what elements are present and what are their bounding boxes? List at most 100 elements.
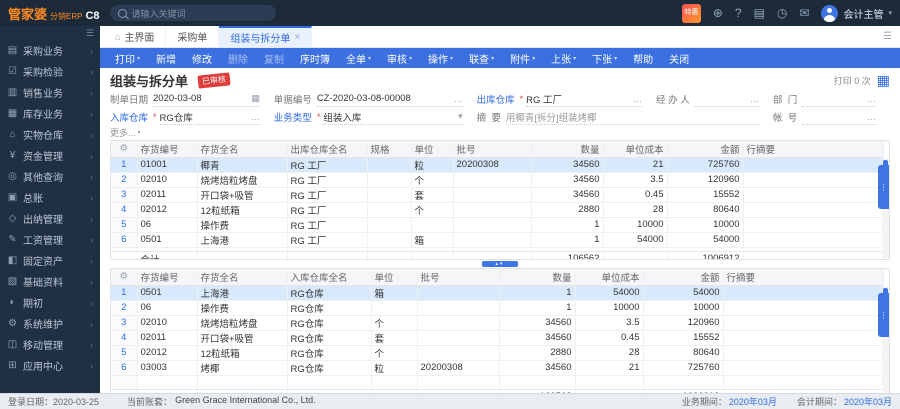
grid-side-panel-toggle[interactable]: ⋮: [878, 165, 889, 209]
audit-button[interactable]: 审核 ▾: [380, 48, 419, 68]
prev-doc-button[interactable]: 上张 ▾: [544, 48, 583, 68]
column-settings-gear-icon[interactable]: ⚙: [111, 141, 138, 158]
make-date-input[interactable]: 2020-03-08 ▦: [153, 92, 260, 107]
add-user-icon[interactable]: ⊕: [713, 7, 723, 19]
bill-no-input[interactable]: CZ-2020-03-08-00008…: [316, 92, 463, 107]
edit-button[interactable]: 修改: [185, 48, 219, 68]
close-button[interactable]: 关闭: [662, 48, 696, 68]
splitter-handle[interactable]: ▴▾: [482, 261, 518, 267]
add-button[interactable]: 新增: [149, 48, 183, 68]
qr-code-icon[interactable]: ▦: [877, 73, 890, 87]
operation-button[interactable]: 操作 ▾: [421, 48, 460, 68]
sidebar-collapse-icon[interactable]: ☰: [86, 28, 94, 39]
chevron-down-icon[interactable]: ▾: [458, 111, 463, 122]
help-button[interactable]: 帮助: [626, 48, 660, 68]
sidebar-item-fixed-assets[interactable]: ◧ 固定资产 ›: [0, 250, 100, 271]
sidebar-item-base-data[interactable]: ▨ 基础资料 ›: [0, 271, 100, 292]
journal-button[interactable]: 序时簿: [293, 48, 337, 68]
table-row[interactable]: 3 02011 开口袋+吸管 RG 工厂套 34560 0.45 15552: [111, 187, 884, 203]
global-search-input[interactable]: 请输入关键词: [109, 5, 276, 21]
sidebar-item-payroll[interactable]: ✎ 工资管理 ›: [0, 229, 100, 250]
picker-ellipsis-icon[interactable]: …: [867, 94, 876, 104]
copy-button[interactable]: 复制: [257, 48, 291, 68]
table-row[interactable]: 2 06 操作费 RG仓库 1 10000 10000: [111, 300, 884, 316]
whole-doc-button[interactable]: 全单 ▾: [339, 48, 378, 68]
tab-home[interactable]: ⌂ 主界面: [104, 26, 167, 47]
out-warehouse-field: 出库仓库 * RG 工厂…: [476, 92, 642, 107]
inventory-icon: ▦: [7, 108, 18, 119]
chevron-right-icon: ›: [90, 150, 93, 161]
sidebar-item-physical-warehouse[interactable]: ⌂ 实物仓库 ›: [0, 124, 100, 145]
delete-button[interactable]: 删除: [221, 48, 255, 68]
tab-assembly-split[interactable]: 组装与拆分单 ×: [219, 26, 313, 47]
chevron-right-icon: ›: [90, 339, 93, 350]
account-no-input[interactable]: …: [802, 110, 876, 125]
chevron-right-icon: ›: [90, 129, 93, 140]
more-fields-toggle[interactable]: 更多... ▾: [110, 126, 141, 139]
history-icon[interactable]: ◷: [777, 7, 787, 19]
table-row[interactable]: 4 02011 开口袋+吸管 RG仓库套 34560 0.45 15552: [111, 330, 884, 346]
close-icon[interactable]: ×: [294, 32, 300, 43]
sidebar-item-general-ledger[interactable]: ▣ 总账 ›: [0, 187, 100, 208]
table-row[interactable]: 4 02012 12粒纸箱 RG 工厂个 2880 28 80640: [111, 202, 884, 218]
grid-side-panel-toggle[interactable]: ⋮: [878, 293, 889, 337]
help-icon[interactable]: ?: [735, 7, 742, 19]
base-data-icon: ▨: [7, 276, 18, 287]
picker-ellipsis-icon[interactable]: …: [867, 112, 876, 122]
sidebar-item-system-maintenance[interactable]: ⚙ 系统维护 ›: [0, 313, 100, 334]
next-doc-button[interactable]: 下张 ▾: [585, 48, 624, 68]
agent-input[interactable]: …: [694, 92, 759, 107]
table-row[interactable]: 1 0501 上海港 RG仓库箱 1 54000 54000: [111, 285, 884, 301]
mail-icon[interactable]: ✉: [799, 7, 809, 19]
department-input[interactable]: …: [802, 92, 876, 107]
sidebar-item-other-query[interactable]: ◎ 其他查询 ›: [0, 166, 100, 187]
picker-ellipsis-icon[interactable]: …: [750, 94, 759, 104]
table-row[interactable]: 5 06 操作费 RG 工厂 1 10000 10000: [111, 217, 884, 233]
opening-icon: ◐: [9, 297, 16, 308]
sidebar-item-funds[interactable]: ¥ 资金管理 ›: [0, 145, 100, 166]
login-date: 登录日期：2020-03-25: [8, 397, 100, 407]
picker-ellipsis-icon[interactable]: …: [251, 112, 260, 122]
sidebar-item-mobile[interactable]: ◫ 移动管理 ›: [0, 334, 100, 355]
total-label: 合计: [137, 250, 198, 259]
query-icon: ◎: [8, 171, 17, 182]
summary-input[interactable]: 用椰青[拆分]组装烤椰: [505, 110, 759, 125]
total-qty: 106562: [531, 250, 604, 259]
mobile-icon: ◫: [7, 339, 18, 350]
chevron-right-icon: ›: [90, 318, 93, 329]
sidebar-item-cashier[interactable]: ◇ 出纳管理 ›: [0, 208, 100, 229]
accounting-period: 会计期间： 2020年03月: [796, 397, 892, 407]
sidebar-item-opening-balance[interactable]: ◐ 期初 ›: [0, 292, 100, 313]
tab-purchase-order[interactable]: 采购单: [166, 26, 220, 47]
calendar-icon[interactable]: ▦: [251, 93, 260, 104]
sidebar-item-sales[interactable]: ▥ 销售业务 ›: [0, 82, 100, 103]
promo-badge[interactable]: 特惠: [681, 3, 701, 23]
report-icon[interactable]: ▤: [754, 7, 765, 19]
out-warehouse-input[interactable]: RG 工厂…: [526, 92, 642, 107]
chevron-down-icon: ▾: [573, 55, 577, 62]
in-warehouse-input[interactable]: RG仓库…: [159, 110, 260, 125]
column-settings-gear-icon[interactable]: ⚙: [111, 269, 138, 286]
chevron-right-icon: ›: [90, 66, 93, 77]
print-button[interactable]: 打印 ▾: [108, 48, 147, 68]
biz-type-select[interactable]: 组装入库 ▾: [323, 110, 463, 125]
payroll-icon: ✎: [8, 234, 17, 245]
sidebar-item-purchase[interactable]: ▤ 采购业务 ›: [0, 40, 100, 61]
attachment-button[interactable]: 附件 ▾: [503, 48, 542, 68]
table-row[interactable]: 6 0501 上海港 RG 工厂箱 1 54000 54000: [111, 232, 884, 248]
table-row[interactable]: 1 01001 椰青 RG 工厂粒 20200308 34560 21 725760: [111, 157, 884, 173]
tab-list-icon[interactable]: ☰: [883, 31, 892, 42]
table-row[interactable]: 2 02010 烧烤焙粒烤盘 RG 工厂个 34560 3.5 120960: [111, 172, 884, 188]
user-menu[interactable]: 会计主管 ▾: [821, 4, 892, 22]
table-row[interactable]: 6 03003 烤椰 RG仓库粒 20200308 34560 21 725760: [111, 360, 884, 376]
app-window: 管家婆 分销ERP C8 请输入关键词 特惠 ⊕ ? ▤ ◷ ✉ 会计主管 ▾ …: [0, 0, 900, 409]
picker-ellipsis-icon[interactable]: …: [633, 94, 642, 104]
sidebar-item-app-center[interactable]: ⊞ 应用中心 ›: [0, 355, 100, 376]
table-row[interactable]: 3 02010 烧烤焙粒烤盘 RG仓库个 34560 3.5 120960: [111, 315, 884, 331]
sidebar-item-inventory[interactable]: ▦ 库存业务 ›: [0, 103, 100, 124]
bill-no-field: 单据编号 CZ-2020-03-08-00008…: [273, 92, 463, 107]
table-row[interactable]: 5 02012 12粒纸箱 RG仓库个 2880 28 80640: [111, 345, 884, 361]
linked-query-button[interactable]: 联查 ▾: [462, 48, 501, 68]
picker-ellipsis-icon[interactable]: …: [454, 94, 463, 104]
sidebar-item-purchase-inspect[interactable]: ☑ 采购检验 ›: [0, 61, 100, 82]
